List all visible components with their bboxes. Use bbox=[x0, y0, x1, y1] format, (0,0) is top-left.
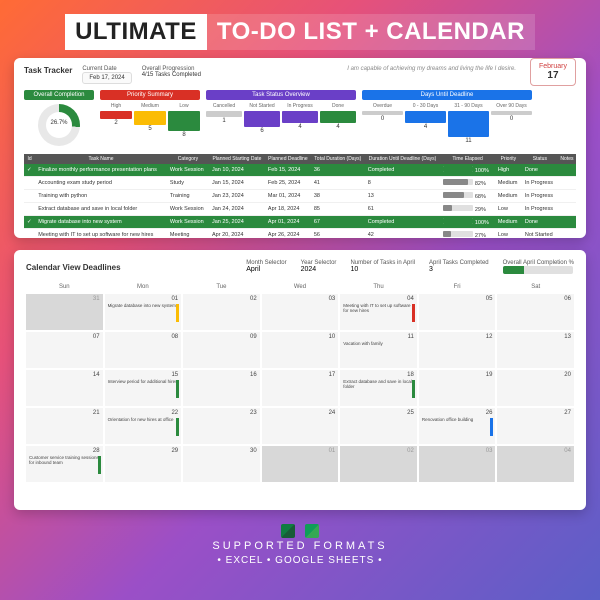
calendar-cell[interactable]: 12 bbox=[419, 332, 496, 368]
calendar-cell[interactable]: 18Extract database and save in local fol… bbox=[340, 370, 417, 406]
footer: SUPPORTED FORMATS • EXCEL • GOOGLE SHEET… bbox=[14, 522, 586, 566]
sheets-icon bbox=[305, 524, 319, 538]
calendar-cell[interactable]: 29 bbox=[105, 446, 182, 482]
table-row[interactable]: Meeting with IT to set up software for n… bbox=[24, 229, 576, 239]
calendar-cell[interactable]: 20 bbox=[497, 370, 574, 406]
tracker-panel: Task Tracker Current Date Feb 17, 2024 O… bbox=[14, 58, 586, 238]
calendar-cell[interactable]: 26Renovation office building bbox=[419, 408, 496, 444]
calendar-cell[interactable]: 30 bbox=[183, 446, 260, 482]
calendar-cell[interactable]: 24 bbox=[262, 408, 339, 444]
calendar-cell[interactable]: 31 bbox=[26, 294, 103, 330]
calendar-cell[interactable]: 04 bbox=[497, 446, 574, 482]
calendar-cell[interactable]: 27 bbox=[497, 408, 574, 444]
calendar-cell[interactable]: 01Migrate database into new system bbox=[105, 294, 182, 330]
calendar-cell[interactable]: 25 bbox=[340, 408, 417, 444]
title-right: TO-DO LIST + CALENDAR bbox=[207, 14, 535, 50]
calendar-cell[interactable]: 06 bbox=[497, 294, 574, 330]
calendar-cell[interactable]: 13 bbox=[497, 332, 574, 368]
calendar-cell[interactable]: 14 bbox=[26, 370, 103, 406]
calendar-cell[interactable]: 05 bbox=[419, 294, 496, 330]
calendar-cell[interactable]: 03 bbox=[262, 294, 339, 330]
calendar-cell[interactable]: 02 bbox=[340, 446, 417, 482]
table-row[interactable]: Training with pythonTrainingJan 23, 2024… bbox=[24, 190, 576, 203]
completion-donut: 26.7% bbox=[38, 104, 80, 146]
progression: 4/15 Tasks Completed bbox=[142, 72, 201, 78]
table-row[interactable]: ✓Finalize monthly performance presentati… bbox=[24, 164, 576, 177]
calendar-cell[interactable]: 08 bbox=[105, 332, 182, 368]
calendar-cell[interactable]: 01 bbox=[262, 446, 339, 482]
calendar-cell[interactable]: 10 bbox=[262, 332, 339, 368]
current-date: Feb 17, 2024 bbox=[82, 72, 131, 84]
calendar-cell[interactable]: 17 bbox=[262, 370, 339, 406]
calendar-cell[interactable]: 11Vacation with family bbox=[340, 332, 417, 368]
table-row[interactable]: Accounting exam study periodStudyJan 15,… bbox=[24, 177, 576, 190]
table-row[interactable]: ✓Migrate database into new systemWork Se… bbox=[24, 216, 576, 229]
calendar-cell[interactable]: 19 bbox=[419, 370, 496, 406]
task-table: IdTask NameCategoryPlanned Starting Date… bbox=[24, 154, 576, 238]
calendar-cell[interactable]: 03 bbox=[419, 446, 496, 482]
calendar-cell[interactable]: 07 bbox=[26, 332, 103, 368]
calendar-cell[interactable]: 22Orientation for new hires at office bbox=[105, 408, 182, 444]
calendar-cell[interactable]: 28Customer service training sessions for… bbox=[26, 446, 103, 482]
calendar-cell[interactable]: 21 bbox=[26, 408, 103, 444]
date-badge: February 17 bbox=[530, 58, 576, 86]
calendar-panel: Calendar View Deadlines Month SelectorAp… bbox=[14, 250, 586, 510]
calendar-cell[interactable]: 02 bbox=[183, 294, 260, 330]
title-bar: ULTIMATE TO-DO LIST + CALENDAR bbox=[14, 14, 586, 50]
calendar-cell[interactable]: 16 bbox=[183, 370, 260, 406]
title-left: ULTIMATE bbox=[65, 14, 207, 50]
excel-icon bbox=[281, 524, 295, 538]
calendar-cell[interactable]: 23 bbox=[183, 408, 260, 444]
table-row[interactable]: Extract database and save in local folde… bbox=[24, 203, 576, 216]
calendar-cell[interactable]: 04Meeting with IT to set up software for… bbox=[340, 294, 417, 330]
tracker-heading: Task Tracker bbox=[24, 66, 72, 75]
calendar-cell[interactable]: 09 bbox=[183, 332, 260, 368]
calendar-cell[interactable]: 15Interview period for additional hires bbox=[105, 370, 182, 406]
